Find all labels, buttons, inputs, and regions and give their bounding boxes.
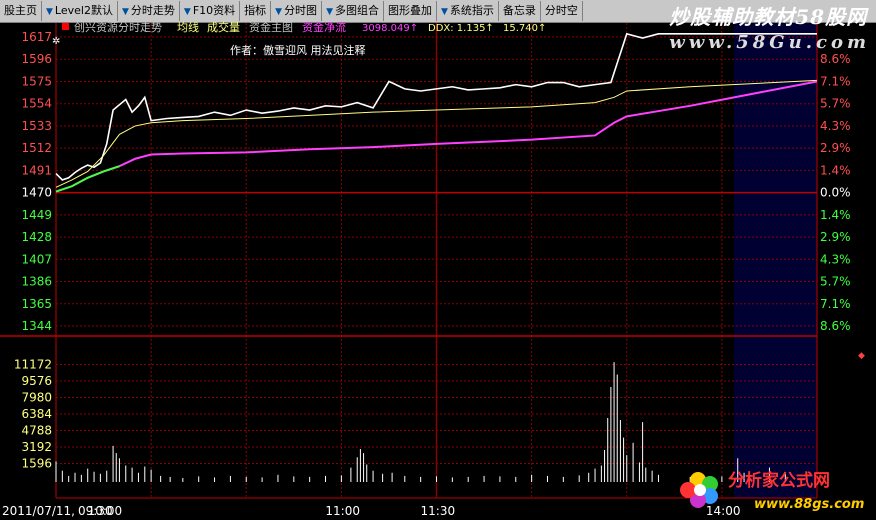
avg-line-label[interactable]: 均线 — [177, 20, 199, 34]
intraday-chart: 1617 1596 1575 1554 1533 1512 1491 1470 1449 1428… — [0, 20, 865, 518]
volume-tick-label: 11172 — [14, 358, 52, 372]
price-tick-label: 1365 — [21, 297, 52, 311]
price-axis: 1617 1596 1575 1554 1533 1512 1491 1470 1449 1428… — [21, 30, 52, 333]
volume-tick-label: 4788 — [21, 424, 52, 438]
price-tick-label: 1575 — [21, 74, 52, 88]
watermark-line2: www.58Gu.com — [669, 32, 870, 53]
percent-tick-label: 2.9% — [820, 141, 851, 155]
volume-tick-label: 9576 — [21, 374, 52, 388]
price-tick-label: 1386 — [21, 275, 52, 289]
volume-tick-label: 6384 — [21, 407, 52, 421]
price-tick-label: 1596 — [21, 52, 52, 66]
percent-tick-label: 0.0% — [820, 186, 851, 200]
price-tick-label: 1512 — [21, 141, 52, 155]
price-tick-label: 1617 — [21, 30, 52, 44]
percent-axis: 8.6% 7.1% 5.7% 4.3% 2.9% 1.4% 0.0% 1.4% 2.9% 4.3%… — [820, 52, 851, 333]
svg-text:分析家公式网: 分析家公式网 — [728, 470, 830, 491]
percent-tick-label: 7.1% — [820, 74, 851, 88]
percent-tick-label: 5.7% — [820, 275, 851, 289]
watermark-line1: 炒股辅助教材58股网 — [669, 5, 868, 29]
flower-logo-icon — [680, 472, 718, 508]
stock-marker-icon — [62, 23, 69, 30]
volume-tick-label: 1596 — [21, 457, 52, 471]
time-axis: 2011/07/11, 09:3010:00 11:00 11:30 14:00 — [2, 504, 740, 518]
svg-text:www.88gs.com: www.88gs.com — [754, 497, 864, 512]
site-watermark: 炒股辅助教材58股网 www.58Gu.com — [669, 4, 870, 56]
stock-title: 创兴资源分时走势 — [74, 20, 162, 34]
volume-tick-label: 3192 — [21, 440, 52, 454]
percent-tick-label: 1.4% — [820, 208, 851, 222]
percent-tick-label: 5.7% — [820, 97, 851, 111]
net-flow-value: 3098.049↑ — [362, 23, 418, 34]
scroll-marker-icon[interactable]: ◆ — [858, 351, 865, 361]
date-label: 2011/07/11, — [2, 504, 75, 518]
ddx-value: DDX: 1.135↑ — [428, 23, 494, 34]
ddx-secondary-value: 15.740↑ — [503, 23, 546, 34]
price-tick-label: 1344 — [21, 319, 52, 333]
price-tick-label: 1407 — [21, 252, 52, 266]
time-tick-label: 11:30 — [421, 504, 456, 518]
settings-gear-icon[interactable]: ✲ — [52, 36, 60, 47]
price-tick-label: 1554 — [21, 97, 52, 111]
author-note: 作者：傲雪迎风 用法见注释 — [230, 43, 366, 57]
price-tick-label: 1449 — [21, 208, 52, 222]
percent-tick-label: 4.3% — [820, 119, 851, 133]
percent-tick-label: 1.4% — [820, 163, 851, 177]
volume-tick-label: 7980 — [21, 391, 52, 405]
site-logo: 分析家公式网 www.88gs.com — [680, 470, 864, 512]
price-tick-label: 1533 — [21, 119, 52, 133]
net-flow-label: 资金净流 — [302, 20, 346, 34]
percent-tick-label: 2.9% — [820, 230, 851, 244]
chart-grid — [0, 23, 818, 499]
percent-tick-label: 4.3% — [820, 252, 851, 266]
time-tick-label: 10:00 — [88, 504, 123, 518]
price-tick-label: 1491 — [21, 163, 52, 177]
percent-tick-label: 7.1% — [820, 297, 851, 311]
time-tick-label: 11:00 — [325, 504, 360, 518]
percent-tick-label: 8.6% — [820, 319, 851, 333]
volume-axis: 11172 9576 7980 6384 4788 3192 1596 — [14, 358, 52, 471]
capital-chart-label[interactable]: 资金主图 — [249, 20, 293, 34]
price-tick-label: 1470 — [21, 186, 52, 200]
price-tick-label: 1428 — [21, 230, 52, 244]
volume-label[interactable]: 成交量 — [207, 20, 240, 34]
